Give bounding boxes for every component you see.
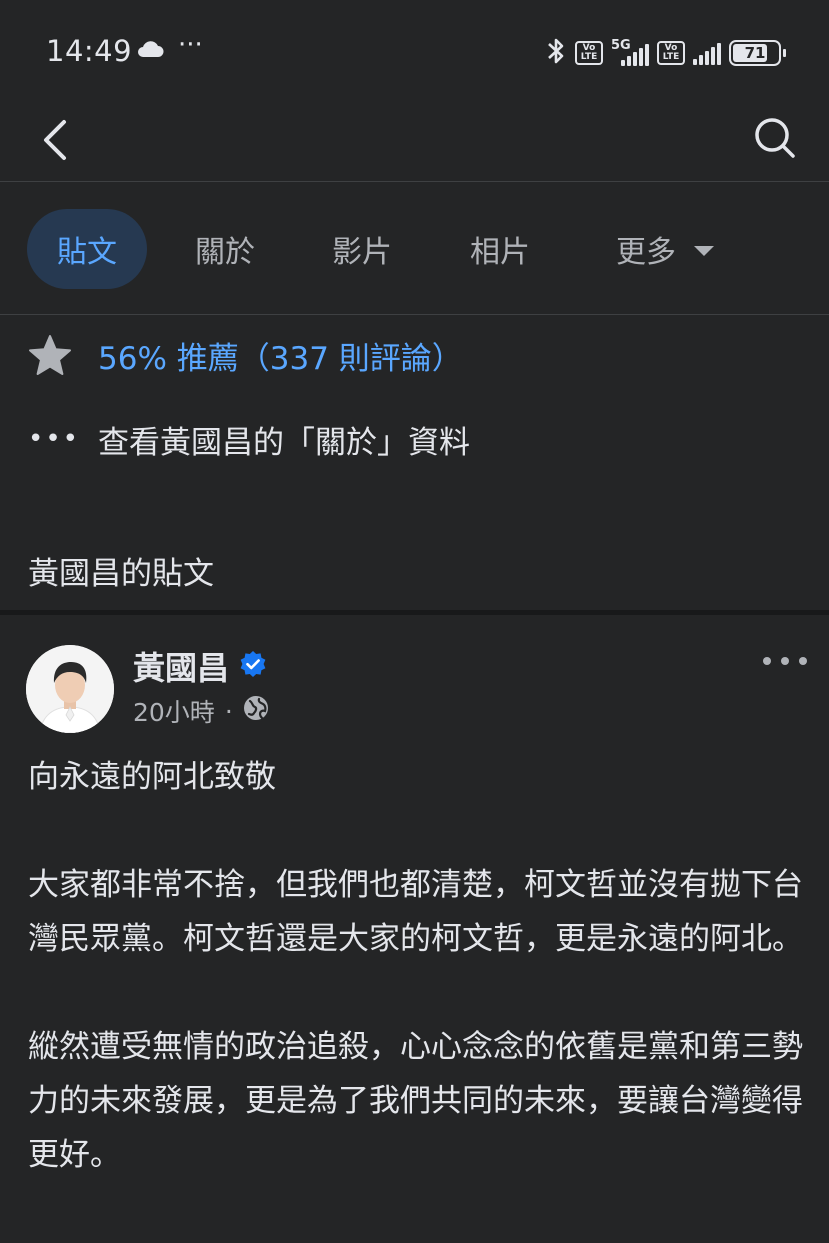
volte-icon-2: Vo LTE [657, 41, 685, 65]
status-bar: 14:49 ··· Vo LTE 5G Vo LTE 71 [0, 0, 829, 104]
signal-icon [693, 41, 721, 65]
bluetooth-icon [545, 36, 567, 70]
chevron-down-icon [694, 246, 714, 256]
post-paragraph: 大家都非常不捨，但我們也都清楚，柯文哲並沒有拋下台灣民眾黨。柯文哲還是大家的柯文… [28, 867, 803, 957]
volte-icon: Vo LTE [575, 41, 603, 65]
tab-about[interactable]: 關於 [165, 209, 285, 289]
posts-heading: 黃國昌的貼文 [28, 556, 214, 592]
status-icons: Vo LTE 5G Vo LTE 71 [545, 36, 786, 70]
author-name[interactable]: 黃國昌 [133, 643, 229, 689]
post-body: 向永遠的阿北致敬 大家都非常不捨，但我們也都清楚，柯文哲並沒有拋下台灣民眾黨。柯… [28, 750, 808, 1236]
about-row[interactable]: ••• 查看黃國昌的「關於」資料 [28, 414, 470, 464]
search-button[interactable] [747, 108, 803, 168]
cloud-icon [136, 40, 164, 62]
tab-label: 更多 [616, 235, 676, 270]
post-time[interactable]: 20小時 [133, 693, 215, 729]
top-nav-bar [0, 104, 829, 182]
post-paragraph: 向永遠的阿北致敬 [28, 759, 276, 795]
tab-label: 貼文 [57, 235, 117, 270]
ellipsis-icon: ••• [28, 424, 81, 454]
back-button[interactable] [30, 110, 80, 170]
post-paragraph: 縱然遭受無情的政治追殺，心心念念的依舊是黨和第三勢力的未來發展，更是為了我們共同… [28, 1029, 803, 1173]
avatar[interactable] [26, 645, 114, 733]
more-options-icon[interactable] [763, 649, 807, 673]
search-icon [755, 118, 795, 158]
tab-more[interactable]: 更多 [590, 209, 740, 289]
globe-icon [243, 695, 269, 727]
page-tabs: 貼文 關於 影片 相片 更多 [0, 182, 829, 315]
verified-badge-icon [239, 650, 267, 682]
post-header: 黃國昌 20小時 · [0, 615, 829, 740]
recommendation-row[interactable]: 56% 推薦（337 則評論） [28, 330, 463, 380]
battery-level: 71 [744, 44, 766, 62]
status-more-dots: ··· [178, 30, 203, 60]
battery-icon: 71 [729, 40, 786, 66]
tab-photos[interactable]: 相片 [440, 209, 560, 289]
author-row: 黃國昌 [133, 643, 267, 689]
recommendation-link[interactable]: 56% 推薦（337 則評論） [98, 333, 463, 378]
meta-separator: · [224, 696, 233, 726]
tab-videos[interactable]: 影片 [302, 209, 422, 289]
tab-label: 影片 [332, 235, 392, 270]
about-link[interactable]: 查看黃國昌的「關於」資料 [98, 417, 470, 462]
signal-5g-icon: 5G [611, 38, 649, 66]
tab-label: 關於 [195, 235, 255, 270]
back-arrow-icon [44, 120, 66, 160]
post-meta: 20小時 · [133, 693, 269, 729]
tab-posts[interactable]: 貼文 [27, 209, 147, 289]
star-icon [29, 335, 71, 375]
status-time: 14:49 [46, 34, 133, 68]
tab-label: 相片 [470, 235, 530, 270]
